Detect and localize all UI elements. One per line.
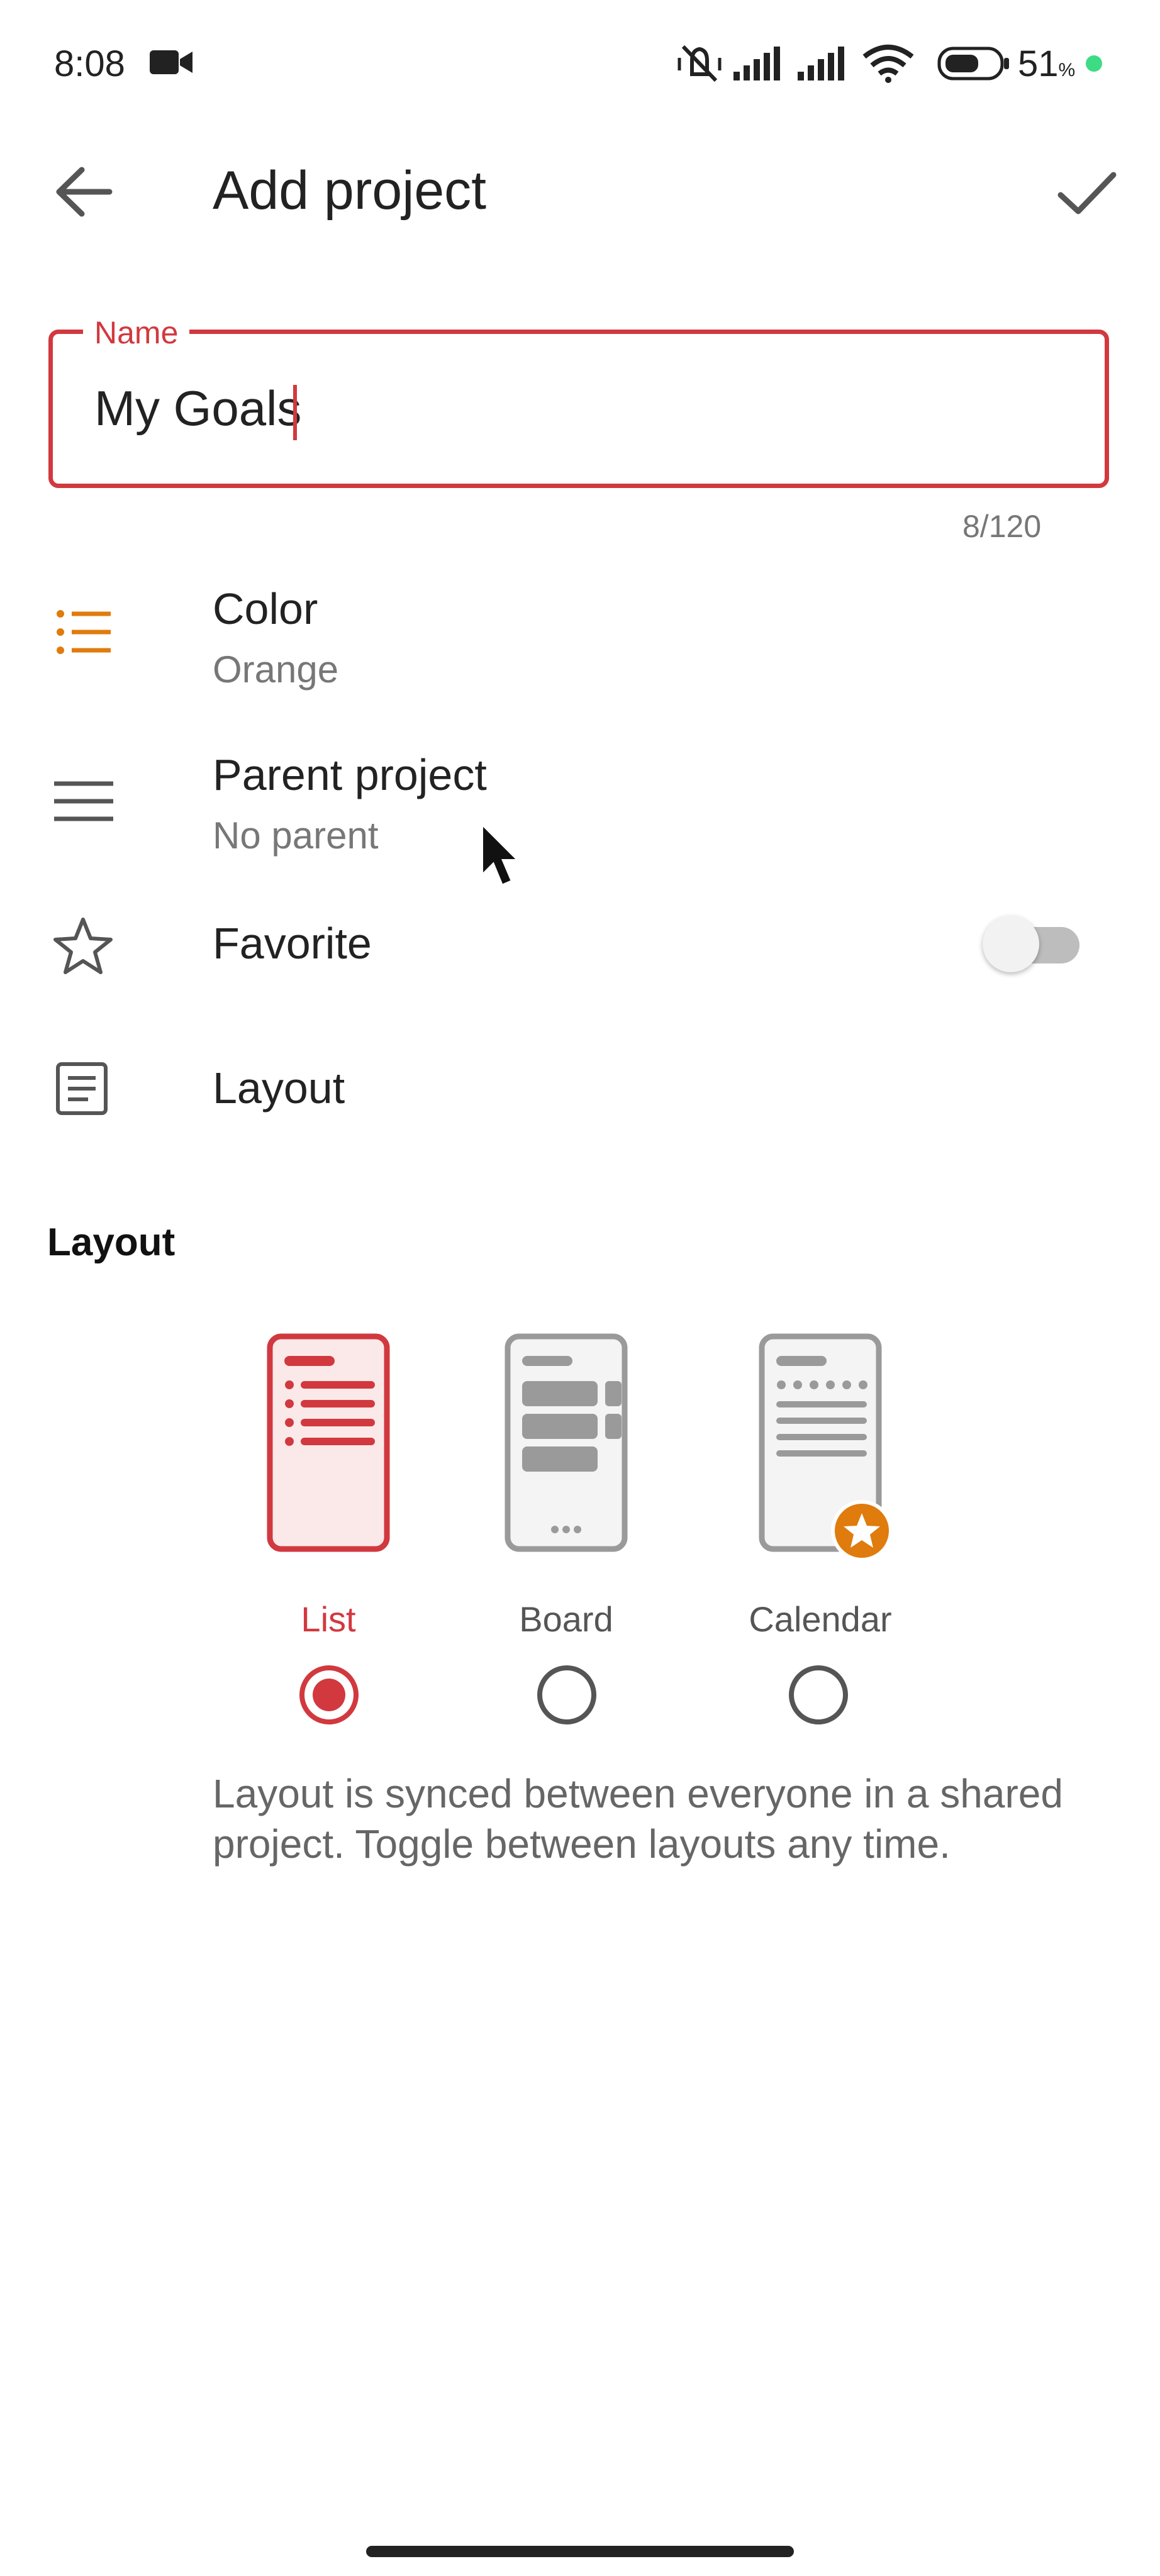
mouse-pointer-icon <box>479 821 523 889</box>
battery-level: 51% <box>1018 43 1076 84</box>
character-counter: 8/120 <box>962 509 1042 544</box>
radio-list-selected[interactable] <box>298 1664 360 1726</box>
confirm-check-icon[interactable] <box>1057 170 1117 218</box>
name-field-label-wrap: Name <box>83 314 190 351</box>
color-title: Color <box>213 584 318 633</box>
parent-project-row[interactable] <box>0 730 1160 874</box>
name-field-label: Name <box>94 315 179 350</box>
color-value: Orange <box>213 648 339 691</box>
parent-project-value: No parent <box>213 814 379 857</box>
back-arrow-icon[interactable] <box>53 165 113 219</box>
text-cursor <box>293 385 297 440</box>
muted-vibrate-icon <box>674 42 725 86</box>
parent-project-title: Parent project <box>213 750 487 799</box>
list-icon <box>55 608 113 657</box>
document-icon <box>55 1062 108 1116</box>
layout-option-list-label[interactable]: List <box>234 1599 423 1640</box>
layout-section-heading: Layout <box>47 1221 176 1264</box>
star-outline-icon <box>52 916 114 976</box>
star-badge-icon <box>830 1499 893 1562</box>
radio-board[interactable] <box>536 1664 598 1726</box>
layout-title: Layout <box>213 1063 345 1113</box>
video-camera-icon <box>150 48 194 77</box>
name-input-value[interactable]: My Goals <box>94 380 301 437</box>
favorite-toggle-thumb[interactable] <box>983 916 1039 972</box>
signal-icon <box>733 47 785 82</box>
layout-description: Layout is synced between everyone in a s… <box>213 1771 1063 1867</box>
favorite-title: Favorite <box>213 919 372 968</box>
layout-option-board-label[interactable]: Board <box>472 1599 661 1640</box>
color-row[interactable] <box>0 566 1160 711</box>
page-title: Add project <box>213 160 487 221</box>
board-layout-illustration[interactable] <box>505 1333 628 1552</box>
list-layout-illustration[interactable] <box>267 1333 390 1552</box>
signal-icon <box>798 47 849 82</box>
radio-calendar[interactable] <box>788 1664 849 1726</box>
battery-icon <box>937 47 1010 80</box>
layout-option-calendar-label[interactable]: Calendar <box>726 1599 915 1640</box>
lines-icon <box>53 780 114 824</box>
dot-indicator-icon <box>1085 54 1103 73</box>
wifi-icon <box>862 44 915 83</box>
home-indicator[interactable] <box>366 2546 794 2557</box>
status-time: 8:08 <box>54 43 125 84</box>
layout-row[interactable] <box>0 1025 1160 1138</box>
